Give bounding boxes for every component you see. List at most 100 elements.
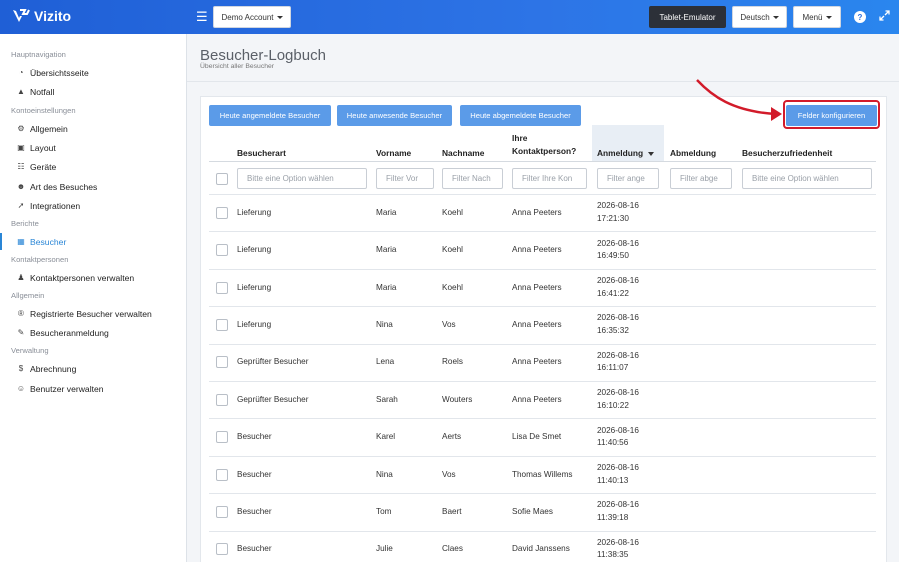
sidebar-item-label: Art des Besuches — [30, 181, 98, 192]
chevron-down-icon — [825, 15, 832, 19]
cell-sign-in: 2026-08-16 11:40:56 — [597, 425, 639, 450]
cell-contact-person: David Janssens — [512, 544, 570, 554]
expand-icon — [879, 10, 890, 21]
row-checkbox[interactable] — [216, 468, 228, 481]
cell-sign-in: 2026-08-16 11:39:18 — [597, 499, 639, 524]
row-divider — [209, 231, 876, 233]
cell-contact-person: Anna Peeters — [512, 357, 562, 367]
sidebar-item-label: Integrationen — [30, 200, 81, 211]
filter-contact-person[interactable]: Filter Ihre Kon — [512, 168, 587, 189]
sign-in-time: 16:10:22 — [597, 400, 629, 410]
row-checkbox[interactable] — [216, 318, 228, 331]
registered-today-button[interactable]: Heute angemeldete Besucher — [209, 105, 331, 126]
fullscreen-button[interactable] — [879, 10, 890, 24]
cell-last-name: Koehl — [442, 245, 463, 255]
users-icon: ☻ — [16, 182, 26, 191]
row-checkbox[interactable] — [216, 206, 228, 219]
sidebar-item-visitors[interactable]: ▦ Besucher — [0, 233, 186, 250]
main-content: Besucher-Logbuch Übersicht aller Besuche… — [187, 34, 899, 562]
select-all-checkbox[interactable] — [216, 173, 228, 185]
row-divider — [209, 530, 876, 532]
sidebar-item-label: Allgemein — [30, 123, 68, 134]
cell-first-name: Tom — [376, 506, 392, 516]
column-header-contact-person[interactable]: Ihre Kontaktperson? — [512, 131, 582, 161]
warning-icon: ▲ — [17, 87, 25, 96]
row-checkbox[interactable] — [216, 356, 228, 369]
image-icon: ▣ — [17, 143, 25, 152]
column-header-first-name[interactable]: Vorname — [376, 131, 436, 161]
cell-first-name: Maria — [376, 245, 397, 255]
language-dropdown[interactable]: Deutsch — [732, 6, 787, 28]
plug-icon: ➚ — [17, 201, 25, 210]
filter-last-name[interactable]: Filter Nach — [442, 168, 503, 189]
filter-first-name[interactable]: Filter Vor — [376, 168, 434, 189]
sidebar-item-visit-types[interactable]: ☻ Art des Besuches — [0, 178, 186, 195]
sidebar: Hauptnavigation ◔ Übersichtsseite ▲ Notfal… — [0, 34, 187, 562]
cell-last-name: Koehl — [442, 207, 463, 217]
filter-visitor-type[interactable]: Bitte eine Option wählen — [237, 168, 367, 189]
cell-sign-in: 2026-08-16 16:10:22 — [597, 387, 639, 412]
tablet-emulator-button[interactable]: Tablet-Emulator — [649, 6, 726, 28]
row-checkbox[interactable] — [216, 393, 228, 406]
sidebar-section-title: Allgemein — [11, 291, 45, 300]
annotation-arrow-icon — [696, 79, 782, 121]
cell-sign-in: 2026-08-16 11:40:13 — [597, 462, 639, 487]
cell-last-name: Aerts — [442, 432, 462, 442]
sign-in-date: 2026-08-16 — [597, 276, 639, 285]
sidebar-item-registered-visitors[interactable]: ® Registrierte Besucher verwalten — [0, 305, 186, 322]
sidebar-section-title: Kontaktpersonen — [11, 255, 69, 264]
sidebar-item-label: Abrechnung — [30, 363, 77, 374]
column-header-sign-in[interactable]: Anmeldung — [592, 125, 664, 161]
chevron-down-icon — [276, 15, 283, 19]
row-checkbox[interactable] — [216, 244, 228, 257]
cell-first-name: Nina — [376, 469, 393, 479]
sign-in-time: 16:49:50 — [597, 251, 629, 261]
visitor-log-card — [200, 96, 887, 562]
filter-sign-in[interactable]: Filter ange — [597, 168, 659, 189]
account-dropdown[interactable]: Demo Account — [213, 6, 291, 28]
sidebar-item-visitor-signin[interactable]: ✎ Besucheranmeldung — [0, 324, 186, 341]
row-divider — [209, 455, 876, 457]
sidebar-item-integrations[interactable]: ➚ Integrationen — [0, 197, 186, 214]
cell-visitor-type: Geprüfter Besucher — [237, 357, 309, 367]
sidebar-item-devices[interactable]: ☷ Geräte — [0, 158, 186, 175]
column-header-sign-out[interactable]: Abmeldung — [670, 131, 732, 161]
sidebar-item-billing[interactable]: $ Abrechnung — [0, 360, 186, 377]
sidebar-section-title: Berichte — [11, 219, 39, 228]
brand[interactable]: Vizito — [12, 8, 71, 24]
cell-contact-person: Anna Peeters — [512, 245, 562, 255]
sign-in-date: 2026-08-16 — [597, 313, 639, 323]
row-divider — [209, 306, 876, 308]
filter-satisfaction[interactable]: Bitte eine Option wählen — [742, 168, 872, 189]
cell-sign-in: 2026-08-16 16:49:50 — [597, 238, 639, 263]
column-header-visitor-type[interactable]: Besucherart — [237, 131, 367, 161]
sidebar-item-contacts[interactable]: ♟ Kontaktpersonen verwalten — [0, 269, 186, 286]
checked-out-today-button[interactable]: Heute abgemeldete Besucher — [460, 105, 581, 126]
column-header-satisfaction[interactable]: Besucherzufriedenheit — [742, 131, 876, 161]
help-button[interactable]: ? — [854, 11, 866, 23]
sidebar-item-emergency[interactable]: ▲ Notfall — [0, 83, 186, 100]
sidebar-item-users[interactable]: ☺ Benutzer verwalten — [0, 380, 186, 397]
sidebar-item-general[interactable]: ⚙ Allgemein — [0, 120, 186, 137]
row-checkbox[interactable] — [216, 431, 228, 444]
sidebar-item-layout[interactable]: ▣ Layout — [0, 139, 186, 156]
button-label: Heute angemeldete Besucher — [219, 111, 321, 120]
row-checkbox[interactable] — [216, 281, 228, 294]
sign-in-date: 2026-08-16 — [597, 350, 639, 360]
menu-dropdown[interactable]: Menü — [793, 6, 841, 28]
present-today-button[interactable]: Heute anwesende Besucher — [337, 105, 452, 126]
filter-sign-out[interactable]: Filter abge — [670, 168, 732, 189]
cell-first-name: Maria — [376, 282, 397, 292]
sidebar-item-label: Übersichtsseite — [30, 67, 89, 78]
sidebar-toggle-icon[interactable]: ☰ — [196, 10, 208, 23]
row-checkbox[interactable] — [216, 505, 228, 518]
cell-visitor-type: Geprüfter Besucher — [237, 394, 309, 404]
page-subtitle: Übersicht aller Besucher — [200, 63, 275, 70]
sidebar-item-overview[interactable]: ◔ Übersichtsseite — [0, 64, 186, 81]
cell-first-name: Julie — [376, 544, 393, 554]
column-header-last-name[interactable]: Nachname — [442, 131, 502, 161]
cell-first-name: Nina — [376, 319, 393, 329]
cell-first-name: Lena — [376, 357, 395, 367]
row-checkbox[interactable] — [216, 543, 228, 556]
cell-last-name: Claes — [442, 544, 463, 554]
